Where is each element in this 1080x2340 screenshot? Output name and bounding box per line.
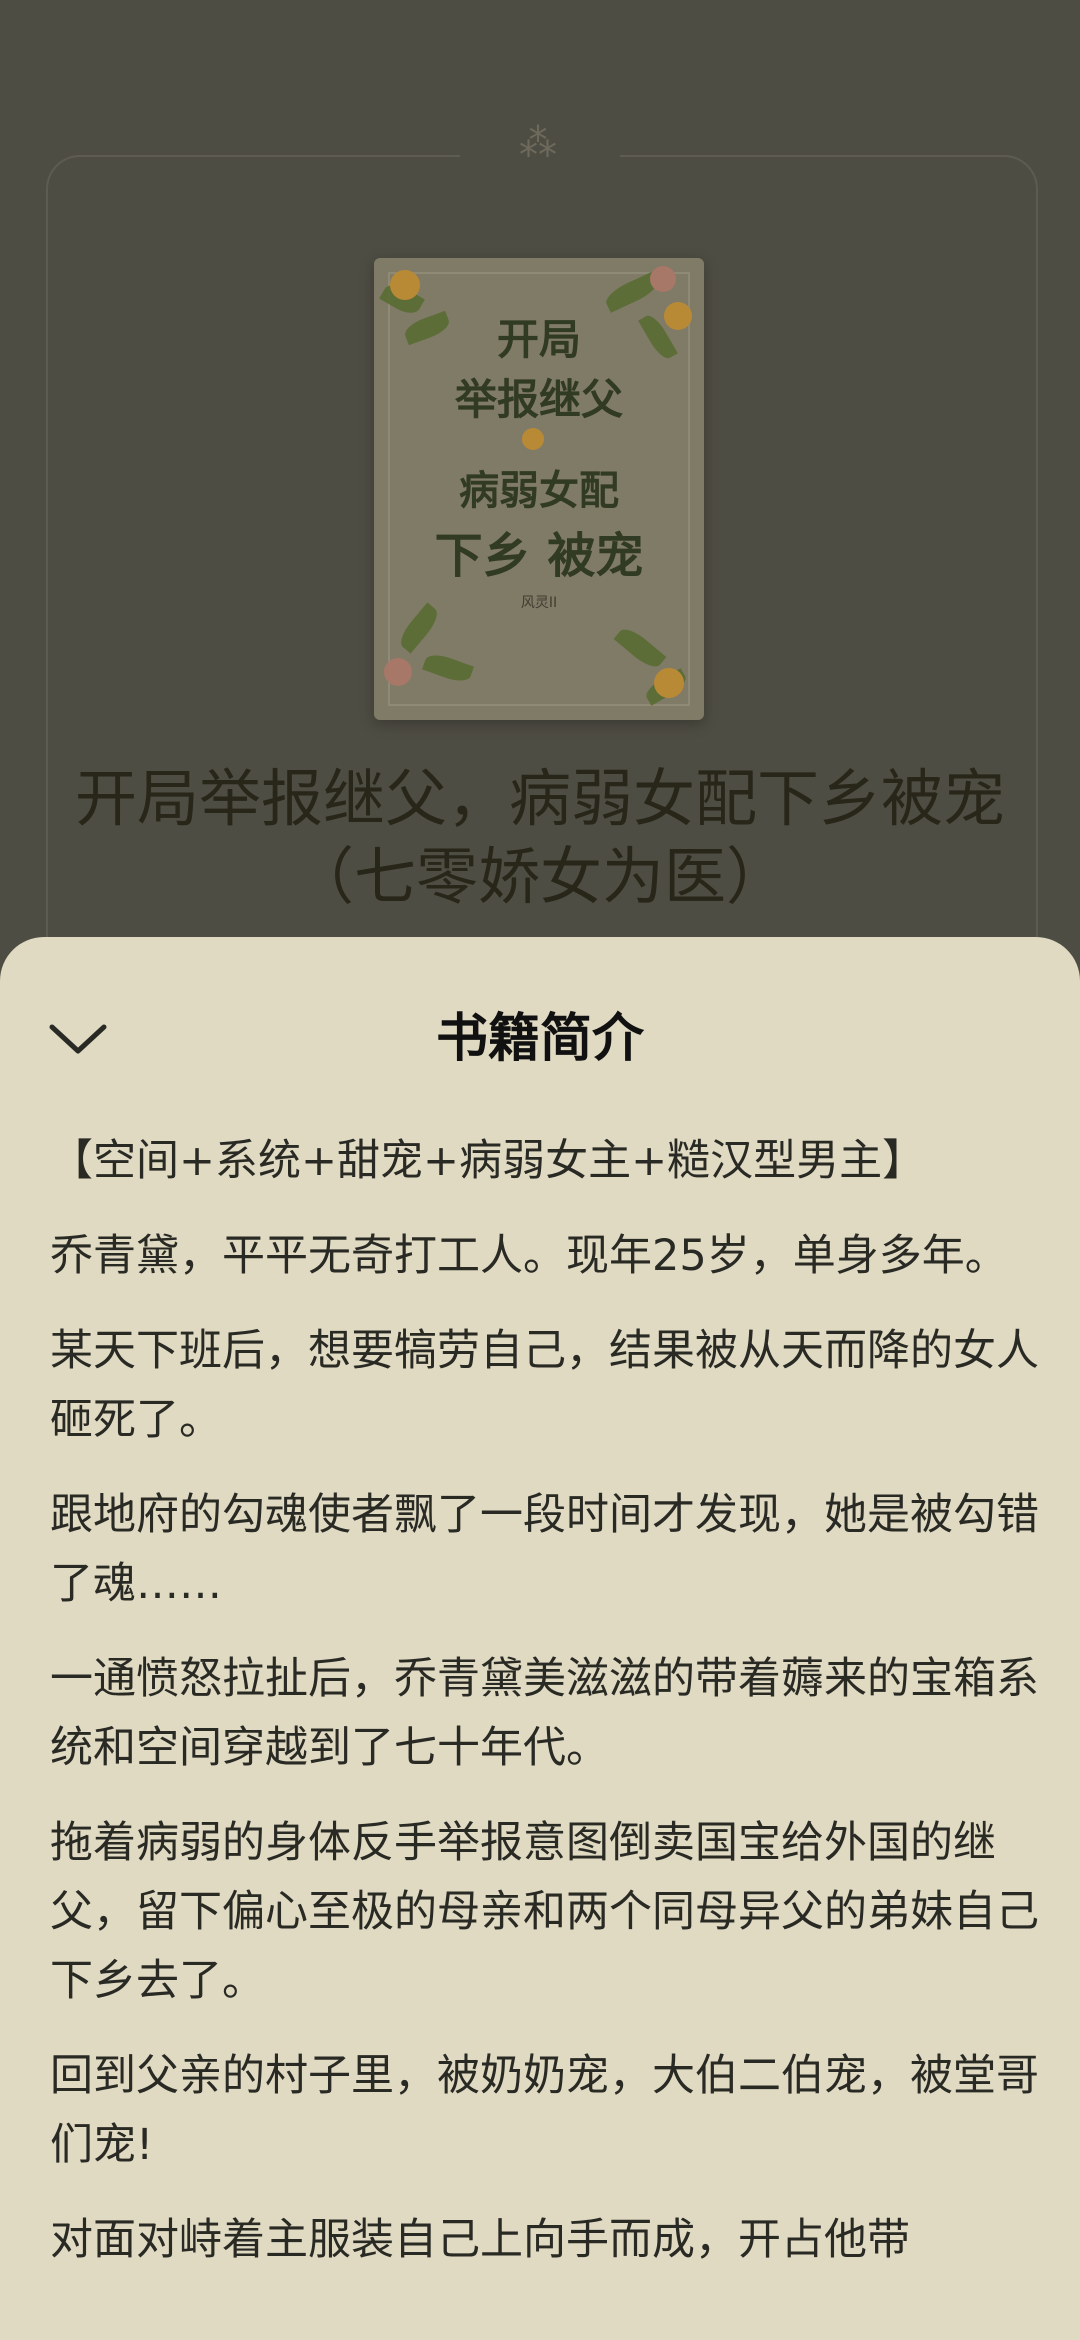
book-title: 开局举报继父，病弱女配下乡被宠（七零娇女为医） xyxy=(74,762,1005,913)
cover-title-line: 病弱女配 xyxy=(459,467,619,514)
flower-decoration xyxy=(522,428,544,450)
cover-title-line: 开局 xyxy=(496,315,581,364)
flower-decoration xyxy=(650,266,676,292)
intro-paragraph: 一通愤怒拉扯后，乔青黛美滋滋的带着薅来的宝箱系统和空间穿越到了七十年代。 xyxy=(50,1654,1039,1773)
cover-title-line: 举报继父 xyxy=(454,375,623,424)
book-intro-sheet: 书籍简介 【空间+系统+甜宠+病弱女主+糙汉型男主】 乔青黛，平平无奇打工人。现… xyxy=(0,937,1080,2340)
flower-decoration xyxy=(384,658,412,686)
cover-title-line: 下乡 被宠 xyxy=(434,528,644,584)
cover-author: 风灵II xyxy=(520,595,558,611)
ornament-icon: ⁂ xyxy=(519,121,561,165)
sheet-title: 书籍简介 xyxy=(435,1009,644,1069)
sheet-header: 书籍简介 xyxy=(0,937,1080,1069)
intro-paragraph: 对面对峙着主服装自己上向手而成，开占他带 xyxy=(50,2215,910,2265)
intro-paragraph: 拖着病弱的身体反手举报意图倒卖国宝给外国的继父，留下偏心至极的母亲和两个同母异父… xyxy=(50,1818,1039,2006)
flower-decoration xyxy=(654,668,684,698)
intro-paragraph: 乔青黛，平平无奇打工人。现年25岁，单身多年。 xyxy=(50,1231,1008,1281)
intro-tags: 【空间+系统+甜宠+病弱女主+糙汉型男主】 xyxy=(50,1136,926,1186)
intro-paragraph: 跟地府的勾魂使者飘了一段时间才发现，她是被勾错了魂…… xyxy=(50,1490,1039,1609)
intro-text: 【空间+系统+甜宠+病弱女主+糙汉型男主】 乔青黛，平平无奇打工人。现年25岁，… xyxy=(50,1127,1040,2301)
intro-paragraph: 回到父亲的村子里，被奶奶宠，大伯二伯宠，被堂哥们宠! xyxy=(50,2051,1039,2170)
flower-decoration xyxy=(390,270,420,300)
book-cover[interactable]: 开局 举报继父 病弱女配 下乡 被宠 风灵II xyxy=(374,258,704,720)
intro-paragraph: 某天下班后，想要犒劳自己，结果被从天而降的女人砸死了。 xyxy=(50,1326,1039,1445)
